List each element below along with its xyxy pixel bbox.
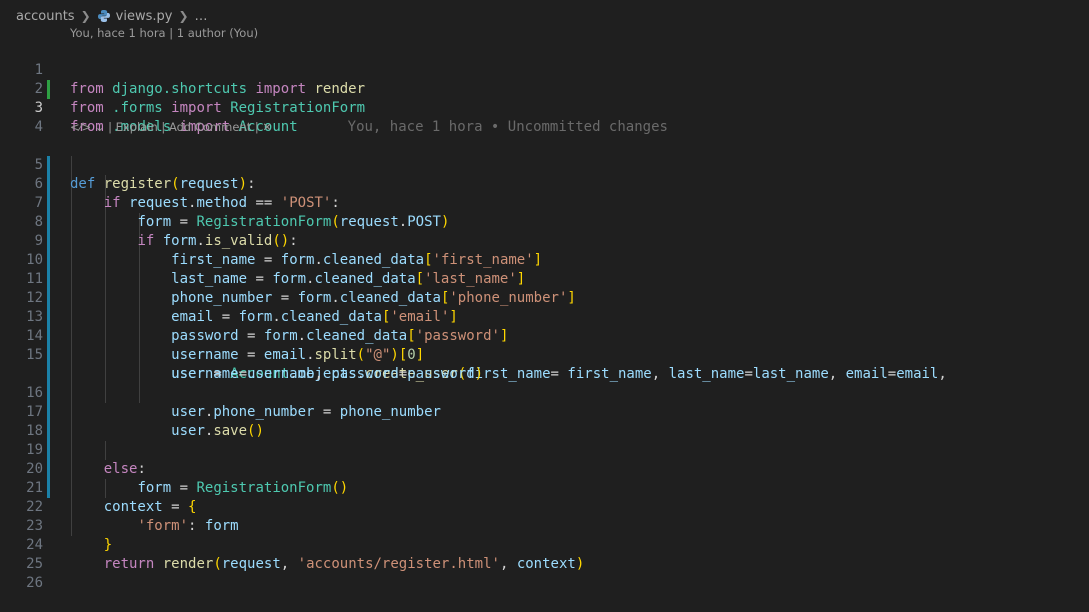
code-line[interactable]: 16 user.phone_number = phone_number	[0, 365, 1089, 420]
code-line[interactable]: 17 user.save()	[0, 384, 1089, 439]
code-line[interactable]: 15 user = Account.objects.create_user(fi…	[0, 327, 1089, 382]
code-line[interactable]: 13 password = form.cleaned_data['passwor…	[0, 289, 1089, 344]
code-line[interactable]: 21 context = {	[0, 460, 1089, 515]
line-number: 4	[34, 119, 43, 135]
breadcrumb-file[interactable]: views.py	[116, 9, 173, 24]
code-line[interactable]: 25	[0, 536, 1089, 572]
code-line[interactable]: 2 from .forms import RegistrationForm	[0, 61, 1089, 116]
code-line[interactable]: 22 'form': form	[0, 479, 1089, 534]
code-line[interactable]: 11 phone_number = form.cleaned_data['pho…	[0, 251, 1089, 306]
code-line[interactable]: 18	[0, 403, 1089, 439]
code-line[interactable]: 12 email = form.cleaned_data['email']	[0, 270, 1089, 325]
code-line-wrapped[interactable]: username=username, password=password)	[0, 346, 1089, 382]
git-blame-lens[interactable]: You, hace 1 hora | 1 author (You)	[70, 26, 258, 40]
code-line[interactable]: 14 username = email.split("@")[0]	[0, 308, 1089, 363]
chevron-right-icon: ❯	[80, 9, 91, 23]
code-line[interactable]: 20 form = RegistrationForm()	[0, 441, 1089, 496]
breadcrumb-symbol[interactable]: …	[195, 9, 208, 24]
copilot-codelens[interactable]: <⁄> ⌄ | Explain | Add Comment | ✕	[70, 118, 272, 137]
inline-blame-text: You, hace 1 hora • Uncommitted changes	[347, 119, 668, 135]
code-line[interactable]: 10 last_name = form.cleaned_data['last_n…	[0, 232, 1089, 287]
code-line[interactable]: 9 first_name = form.cleaned_data['first_…	[0, 213, 1089, 268]
line-number: 26	[26, 575, 43, 591]
code-line[interactable]: 24 return render(request, 'accounts/regi…	[0, 517, 1089, 572]
python-file-icon	[97, 9, 111, 23]
code-line[interactable]: 19 else:	[0, 422, 1089, 477]
code-line[interactable]: 5 def register(request):	[0, 137, 1089, 192]
code-line[interactable]: 23 }	[0, 498, 1089, 553]
code-line[interactable]: 6 if request.method == 'POST':	[0, 156, 1089, 211]
code-line[interactable]: 7 form = RegistrationForm(request.POST)	[0, 175, 1089, 230]
code-line[interactable]: 1 from django.shortcuts import render	[0, 42, 1089, 97]
breadcrumb-folder[interactable]: accounts	[16, 9, 75, 24]
code-line[interactable]: 26	[0, 555, 1089, 591]
code-line[interactable]: 4	[0, 99, 1089, 135]
code-line[interactable]: 8 if form.is_valid():	[0, 194, 1089, 249]
chevron-right-icon: ❯	[178, 9, 189, 23]
code-line[interactable]: 3 from .models import Account You, hace 1…	[0, 80, 1089, 135]
